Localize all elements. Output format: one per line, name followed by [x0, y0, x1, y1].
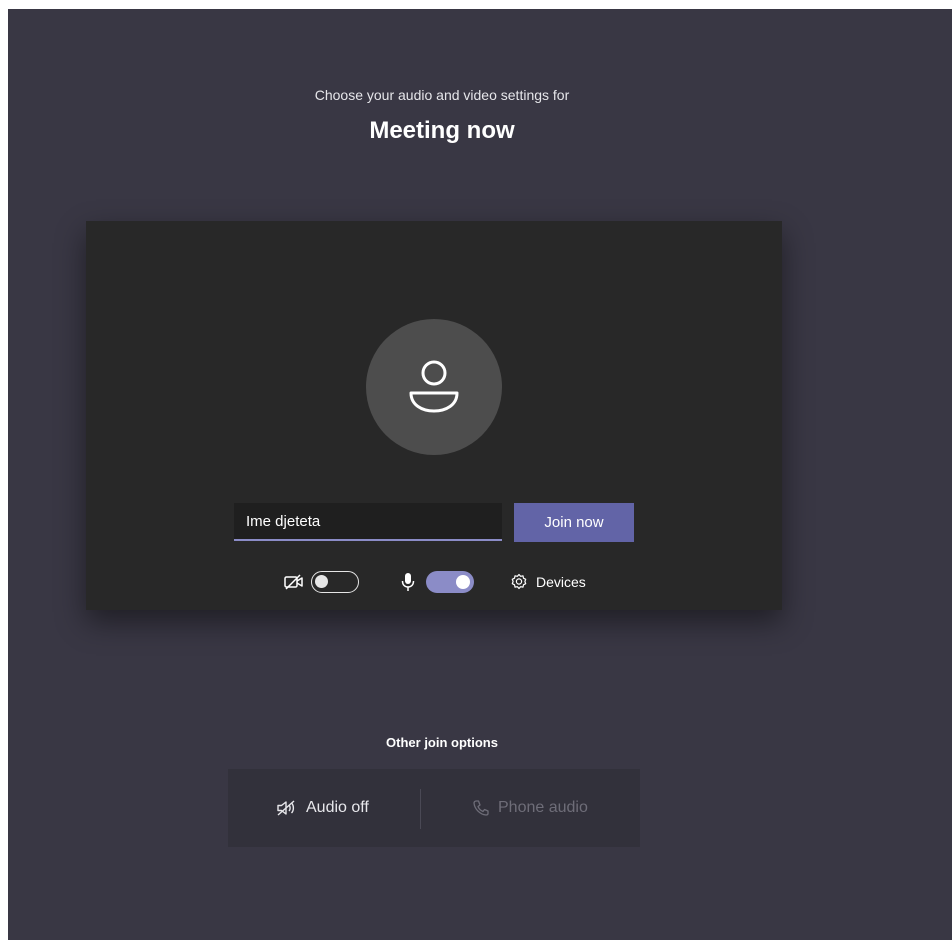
camera-control — [283, 571, 359, 593]
phone-icon — [473, 800, 489, 816]
speaker-off-icon — [277, 800, 295, 816]
name-input[interactable] — [234, 503, 502, 541]
audio-off-option[interactable]: Audio off — [276, 769, 369, 847]
mic-control — [400, 571, 474, 593]
phone-audio-label: Phone audio — [498, 799, 588, 816]
other-join-options-title: Other join options — [386, 735, 498, 750]
devices-label: Devices — [536, 574, 586, 590]
camera-toggle-knob — [315, 575, 328, 588]
devices-button[interactable]: Devices — [510, 573, 586, 591]
phone-audio-option[interactable]: Phone audio — [472, 769, 588, 847]
audio-off-label: Audio off — [306, 799, 369, 816]
microphone-icon — [401, 573, 415, 591]
avatar — [366, 319, 502, 455]
join-now-button[interactable]: Join now — [514, 503, 634, 542]
options-divider — [420, 789, 421, 829]
page-subtitle: Choose your audio and video settings for — [314, 87, 570, 103]
mic-toggle[interactable] — [426, 571, 474, 593]
meeting-title: Meeting now — [369, 117, 515, 144]
camera-off-icon — [284, 574, 303, 590]
mic-toggle-knob — [456, 575, 470, 589]
prejoin-screen: Choose your audio and video settings for… — [8, 9, 952, 940]
camera-toggle[interactable] — [311, 571, 359, 593]
video-preview: Join now — [86, 221, 782, 610]
device-controls: Devices — [86, 571, 782, 597]
person-icon — [409, 360, 459, 413]
other-join-options: Audio off Phone audio — [228, 769, 640, 847]
gear-icon — [511, 573, 527, 590]
